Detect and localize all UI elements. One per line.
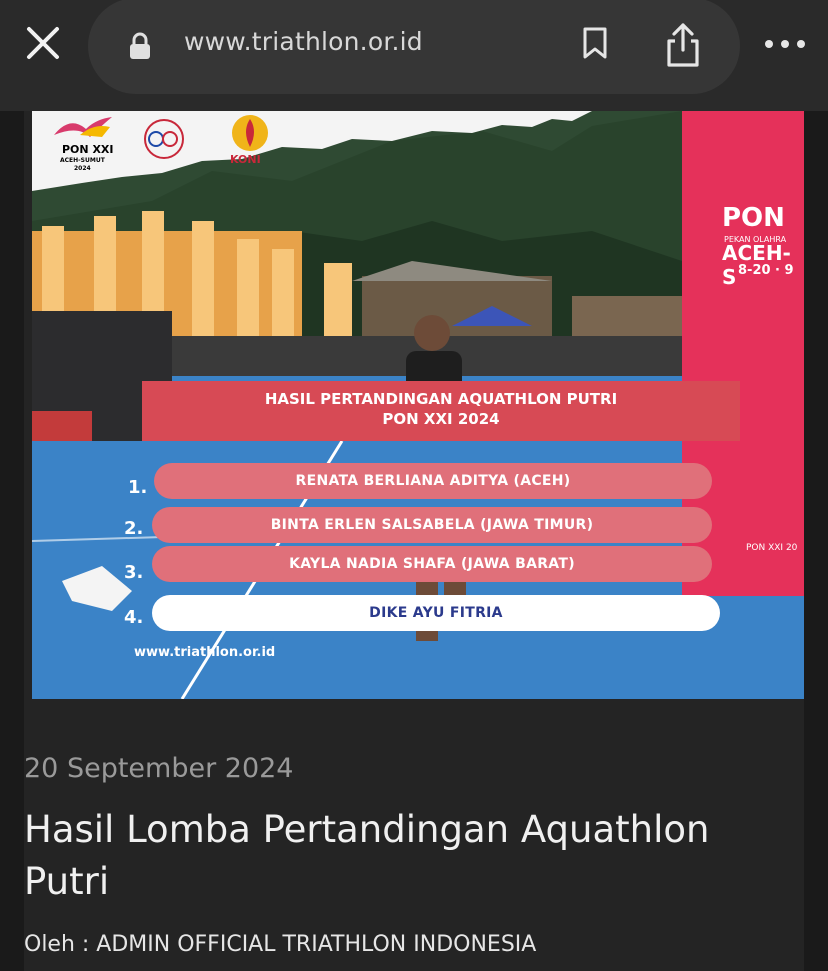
result-pill-2: BINTA ERLEN SALSABELA (JAWA TIMUR) (152, 507, 712, 543)
result-pill-3: KAYLA NADIA SHAFA (JAWA BARAT) (152, 546, 712, 582)
koni-logo-icon (232, 115, 268, 151)
article-title[interactable]: Hasil Lomba Pertandingan Aquathlon Putri (24, 804, 784, 908)
result-rank: 2. (124, 518, 144, 539)
lock-icon (130, 32, 150, 59)
article-author: Oleh : ADMIN OFFICIAL TRIATHLON INDONESI… (24, 932, 537, 957)
result-rank: 1. (128, 477, 148, 498)
pon-logo-sub: ACEH-SUMUT (60, 157, 105, 164)
result-pill-4: DIKE AYU FITRIA (152, 595, 720, 631)
result-pill-1: RENATA BERLIANA ADITYA (ACEH) (154, 463, 712, 499)
banner-line-1: HASIL PERTANDINGAN AQUATHLON PUTRI (264, 390, 618, 408)
results-banner: HASIL PERTANDINGAN AQUATHLON PUTRI PON X… (142, 381, 740, 441)
close-icon[interactable] (22, 22, 64, 64)
result-rank: 3. (124, 562, 144, 583)
koni-logo-text: KONI (230, 153, 261, 166)
bookmark-icon[interactable] (581, 26, 609, 60)
article-hero-image[interactable]: PON PEKAN OLAHRA ACEH-S 8-20 · 9 PON XXI… (32, 111, 804, 699)
share-icon[interactable] (664, 22, 702, 68)
sign-date-text: 8-20 · 9 (738, 263, 794, 278)
browser-toolbar: www.triathlon.or.id (0, 0, 828, 111)
more-icon[interactable] (762, 34, 808, 54)
sign-small-text: PON XXI 20 (746, 543, 798, 553)
triathlon-logo-icon (144, 119, 184, 159)
sign-pon-text: PON (722, 203, 785, 233)
pon-logo-text: PON XXI (62, 143, 114, 156)
pon-logo-year: 2024 (74, 165, 91, 172)
url-text[interactable]: www.triathlon.or.id (184, 27, 423, 56)
pon-logo-icon (54, 117, 112, 137)
article-card[interactable]: PON PEKAN OLAHRA ACEH-S 8-20 · 9 PON XXI… (24, 111, 804, 971)
hero-website-text: www.triathlon.or.id (134, 645, 276, 660)
result-rank: 4. (124, 607, 144, 628)
article-date: 20 September 2024 (24, 753, 294, 784)
banner-line-2: PON XXI 2024 (382, 410, 500, 428)
